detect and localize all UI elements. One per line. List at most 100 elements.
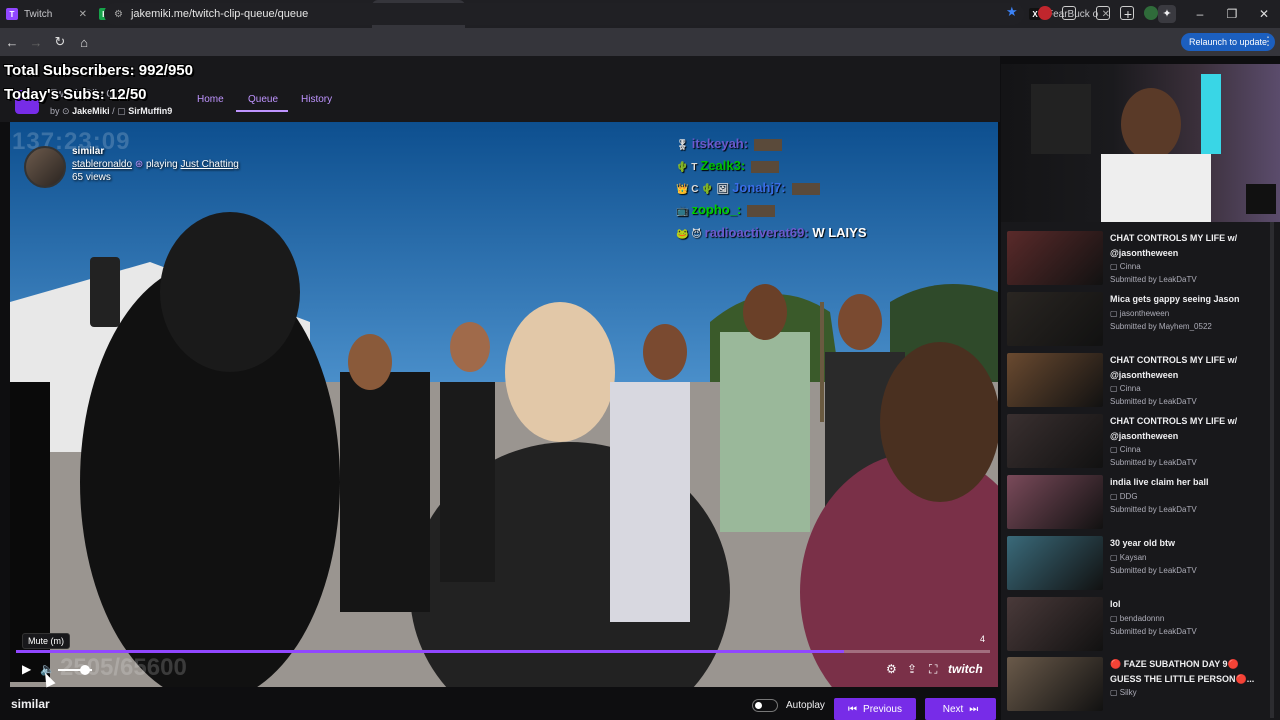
- queue-thumbnail[interactable]: [1007, 353, 1103, 407]
- queue-item[interactable]: CHAT CONTROLS MY LIFE w/ @jasontheween ▢ …: [1007, 351, 1275, 409]
- streamer-webcam: [1001, 64, 1280, 222]
- browser-tab[interactable]: T Twitch ✕: [0, 0, 93, 28]
- profile-avatar-icon[interactable]: [1144, 6, 1158, 20]
- forward-arrow-icon[interactable]: →: [24, 35, 48, 50]
- today-subs-overlay: Today's Subs: 12/50: [4, 86, 147, 103]
- autoplay-toggle-knob: [755, 702, 762, 709]
- chat-emote: [754, 138, 783, 151]
- chat-message: 🎖 itskeyah:: [676, 136, 783, 151]
- play-icon[interactable]: ▶: [22, 662, 31, 676]
- clip-channel-link[interactable]: stableronaldo: [72, 159, 132, 170]
- video-progress-bar[interactable]: [16, 650, 990, 653]
- bookmark-star-icon[interactable]: ★: [1006, 4, 1018, 20]
- site-info-icon[interactable]: ⚙: [114, 9, 123, 20]
- verified-icon: ⊛: [134, 159, 144, 170]
- queue-title: CHAT CONTROLS MY LIFE w/ @jasontheween: [1110, 233, 1238, 258]
- mute-tooltip: Mute (m): [22, 633, 70, 649]
- frame-number: 4: [980, 634, 986, 644]
- minimize-icon[interactable]: –: [1184, 7, 1216, 21]
- queue-thumbnail[interactable]: [1007, 657, 1103, 711]
- sparkle-icon[interactable]: ✦: [1158, 5, 1176, 23]
- share-icon[interactable]: ⇪: [907, 662, 917, 676]
- reload-icon[interactable]: ↻: [48, 34, 72, 50]
- settings-gear-icon[interactable]: ⚙: [886, 662, 897, 676]
- queue-title: 🔴 FAZE SUBATHON DAY 9🔴 GUESS THE LITTLE …: [1110, 659, 1255, 684]
- queue-thumbnail[interactable]: [1007, 231, 1103, 285]
- sidepanel-icon[interactable]: [1096, 6, 1110, 20]
- nav-history[interactable]: History: [301, 94, 332, 105]
- queue-item[interactable]: 🔴 FAZE SUBATHON DAY 9🔴 GUESS THE LITTLE …: [1007, 655, 1275, 713]
- relaunch-button[interactable]: Relaunch to update: [1181, 33, 1276, 51]
- submitter-name: LeakDaTV: [1158, 397, 1197, 406]
- author-link-2[interactable]: SirMuffin9: [128, 106, 172, 116]
- queue-title: CHAT CONTROLS MY LIFE w/ @jasontheween: [1110, 416, 1238, 441]
- queue-channel: ▢ DDG: [1110, 492, 1138, 501]
- queue-channel: ▢ Silky: [1110, 688, 1137, 697]
- queue-channel-name: DDG: [1119, 492, 1138, 501]
- reading-list-icon[interactable]: [1120, 6, 1134, 20]
- tab-close-icon[interactable]: ✕: [79, 9, 87, 20]
- queue-title: CHAT CONTROLS MY LIFE w/ @jasontheween: [1110, 355, 1238, 380]
- queue-thumbnail[interactable]: [1007, 292, 1103, 346]
- submitted-by-label: Submitted by: [1110, 397, 1159, 406]
- queue-thumbnail[interactable]: [1007, 536, 1103, 590]
- chat-icon: ▢: [1110, 445, 1120, 454]
- extension-red-icon[interactable]: [1038, 6, 1052, 20]
- chat-badge-icons: 🌵 T: [676, 162, 698, 173]
- queue-item[interactable]: Mica gets gappy seeing Jason ▢ jasonthewe…: [1007, 290, 1275, 348]
- nav-queue[interactable]: Queue: [248, 94, 278, 105]
- clip-playing-label: playing: [146, 159, 178, 170]
- back-arrow-icon[interactable]: ←: [0, 35, 24, 50]
- chat-username: Zealk3:: [700, 158, 746, 173]
- queue-item[interactable]: lol ▢ bendadonnn Submitted by LeakDaTV: [1007, 595, 1275, 653]
- queue-channel-name: Cinna: [1119, 445, 1141, 454]
- nav-home[interactable]: Home: [197, 94, 224, 105]
- chat-badge-icons: 🐸 😈: [676, 229, 702, 240]
- twitch-logo[interactable]: twitch: [948, 662, 983, 676]
- author-link-1[interactable]: JakeMiki: [72, 106, 110, 116]
- clip-author-avatar[interactable]: [24, 146, 66, 188]
- queue-thumbnail[interactable]: [1007, 414, 1103, 468]
- close-window-icon[interactable]: ✕: [1248, 7, 1280, 21]
- submitted-by-label: Submitted by: [1110, 322, 1159, 331]
- extensions-puzzle-icon[interactable]: [1062, 6, 1076, 20]
- sidebar-scrollbar[interactable]: [1270, 222, 1274, 718]
- fullscreen-icon[interactable]: ⛶: [929, 662, 937, 677]
- autoplay-toggle[interactable]: [752, 699, 778, 712]
- byline: by ⊙ JakeMiki / ▢ SirMuffin9: [50, 106, 172, 117]
- queue-item[interactable]: CHAT CONTROLS MY LIFE w/ @jasontheween ▢ …: [1007, 412, 1275, 470]
- queue-channel: ▢ Kaysan: [1110, 553, 1146, 562]
- clip-category-link[interactable]: Just Chatting: [180, 159, 238, 170]
- url-field[interactable]: ⚙ jakemiki.me/twitch-clip-queue/queue: [104, 3, 1024, 25]
- queue-item[interactable]: india live claim her ball ▢ DDG Submitted …: [1007, 473, 1275, 531]
- chat-icon: ▢: [1110, 688, 1120, 697]
- clip-video-player[interactable]: [10, 122, 998, 687]
- previous-button[interactable]: ⏮ Previous: [834, 698, 916, 720]
- queue-thumbnail[interactable]: [1007, 475, 1103, 529]
- maximize-icon[interactable]: ❐: [1216, 7, 1248, 21]
- queue-thumbnail[interactable]: [1007, 597, 1103, 651]
- queue-channel: ▢ bendadonnn: [1110, 614, 1164, 623]
- tab-favicon-icon: T: [6, 8, 18, 20]
- submitter-name: LeakDaTV: [1158, 627, 1197, 636]
- next-button[interactable]: Next ⏭: [925, 698, 996, 720]
- queue-channel: ▢ Cinna: [1110, 384, 1141, 393]
- chat-message: 🌵 T Zealk3:: [676, 158, 780, 173]
- queue-channel-name: jasontheween: [1119, 309, 1170, 318]
- queue-item[interactable]: 30 year old btw ▢ Kaysan Submitted by Leak…: [1007, 534, 1275, 592]
- chat-username: radioactiverat69:: [704, 225, 809, 240]
- queue-channel-name: Silky: [1119, 688, 1137, 697]
- queue-submitted-by: Submitted by LeakDaTV: [1110, 397, 1197, 406]
- browser-menu-icon[interactable]: ⋮: [1262, 34, 1274, 48]
- queue-title: india live claim her ball: [1110, 477, 1209, 487]
- queue-submitted-by: Submitted by LeakDaTV: [1110, 627, 1197, 636]
- submitted-by-label: Submitted by: [1110, 275, 1159, 284]
- chat-badge-icons: 🎖: [676, 140, 689, 151]
- github-icon: ⊙: [62, 106, 70, 116]
- home-icon[interactable]: ⌂: [72, 35, 96, 50]
- submitter-name: LeakDaTV: [1158, 566, 1197, 575]
- queue-item[interactable]: CHAT CONTROLS MY LIFE w/ @jasontheween ▢ …: [1007, 229, 1275, 287]
- submitted-by-label: Submitted by: [1110, 505, 1159, 514]
- url-text: jakemiki.me/twitch-clip-queue/queue: [130, 8, 309, 20]
- total-subs-overlay: Total Subscribers: 992/950: [4, 62, 193, 79]
